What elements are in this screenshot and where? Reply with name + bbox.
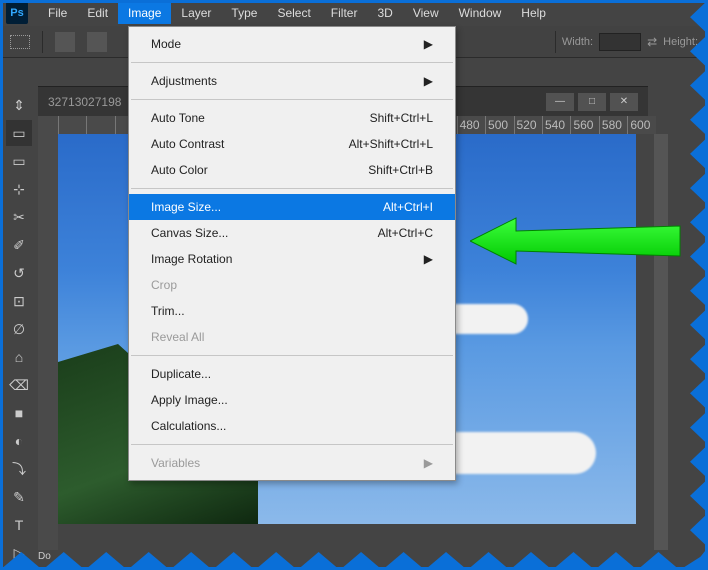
separator — [555, 31, 556, 53]
menu-item-label: Auto Tone — [151, 111, 205, 125]
window-minimize-button[interactable]: — — [546, 93, 574, 111]
menu-layer[interactable]: Layer — [171, 2, 221, 24]
menu-file[interactable]: File — [38, 2, 77, 24]
height-label: Height: — [663, 36, 698, 48]
move-tool-icon[interactable]: ⇕ — [6, 92, 32, 118]
submenu-arrow-icon: ▶ — [424, 456, 433, 470]
menu-item-apply-image[interactable]: Apply Image... — [129, 387, 455, 413]
annotation-arrow-icon — [470, 214, 690, 268]
menu-separator — [131, 444, 453, 445]
menu-item-label: Reveal All — [151, 330, 204, 344]
ps-logo: Ps — [6, 2, 28, 24]
menu-item-label: Canvas Size... — [151, 226, 228, 240]
eraser-tool-icon[interactable]: ⌫ — [6, 372, 32, 398]
menu-item-label: Variables — [151, 456, 200, 470]
menu-item-variables: Variables ▶ — [129, 450, 455, 476]
menu-view[interactable]: View — [403, 2, 449, 24]
menu-item-adjustments[interactable]: Adjustments ▶ — [129, 68, 455, 94]
separator — [42, 31, 43, 53]
image-menu-dropdown: Mode ▶ Adjustments ▶ Auto Tone Shift+Ctr… — [128, 26, 456, 481]
window-maximize-button[interactable]: □ — [578, 93, 606, 111]
healing-tool-icon[interactable]: ↺ — [6, 260, 32, 286]
menu-item-label: Auto Contrast — [151, 137, 224, 151]
type-tool-icon[interactable]: T — [6, 512, 32, 538]
menu-help[interactable]: Help — [511, 2, 556, 24]
eyedropper-tool-icon[interactable]: ✐ — [6, 232, 32, 258]
gradient-tool-icon[interactable]: ■ — [6, 400, 32, 426]
menu-item-canvas-size[interactable]: Canvas Size... Alt+Ctrl+C — [129, 220, 455, 246]
ruler-vertical[interactable] — [38, 116, 58, 550]
menu-item-mode[interactable]: Mode ▶ — [129, 31, 455, 57]
menu-edit[interactable]: Edit — [77, 2, 118, 24]
history-brush-tool-icon[interactable]: ⌂ — [6, 344, 32, 370]
menu-item-label: Trim... — [151, 304, 185, 318]
menu-item-crop: Crop — [129, 272, 455, 298]
menu-image[interactable]: Image — [118, 2, 171, 24]
menu-window[interactable]: Window — [449, 2, 512, 24]
tools-panel: ⇕ ▭ ▭ ⊹ ✂ ✐ ↺ ⊡ ∅ ⌂ ⌫ ■ ◐ ⤵ ✎ T ▷ — [4, 88, 34, 570]
menu-separator — [131, 99, 453, 100]
lasso-tool-icon[interactable]: ▭ — [6, 148, 32, 174]
magic-wand-tool-icon[interactable]: ⊹ — [6, 176, 32, 202]
menu-shortcut: Alt+Ctrl+C — [378, 226, 433, 240]
marquee-preview-icon — [10, 35, 30, 49]
menu-item-calculations[interactable]: Calculations... — [129, 413, 455, 439]
submenu-arrow-icon: ▶ — [424, 252, 433, 266]
document-tab-title: 32713027198 — [48, 95, 121, 109]
menu-3d[interactable]: 3D — [367, 2, 402, 24]
menu-item-label: Crop — [151, 278, 177, 292]
menu-item-auto-tone[interactable]: Auto Tone Shift+Ctrl+L — [129, 105, 455, 131]
menu-shortcut: Shift+Ctrl+L — [370, 111, 433, 125]
menu-separator — [131, 188, 453, 189]
width-input[interactable] — [599, 33, 641, 51]
menu-item-image-size[interactable]: Image Size... Alt+Ctrl+I — [129, 194, 455, 220]
menu-item-label: Calculations... — [151, 419, 226, 433]
dodge-tool-icon[interactable]: ◐ — [6, 428, 32, 454]
brush-tool-icon[interactable]: ⊡ — [6, 288, 32, 314]
menu-item-image-rotation[interactable]: Image Rotation ▶ — [129, 246, 455, 272]
menu-type[interactable]: Type — [221, 2, 267, 24]
submenu-arrow-icon: ▶ — [424, 37, 433, 51]
menubar: Ps File Edit Image Layer Type Select Fil… — [0, 0, 708, 26]
menu-item-duplicate[interactable]: Duplicate... — [129, 361, 455, 387]
menu-select[interactable]: Select — [267, 2, 320, 24]
menu-shortcut: Alt+Ctrl+I — [383, 200, 433, 214]
photoshop-window: Ps File Edit Image Layer Type Select Fil… — [0, 0, 708, 570]
selection-mode-icon[interactable] — [55, 32, 75, 52]
menu-item-label: Auto Color — [151, 163, 208, 177]
menu-separator — [131, 62, 453, 63]
crop-tool-icon[interactable]: ✂ — [6, 204, 32, 230]
pencil-tool-icon[interactable]: ✎ — [6, 484, 32, 510]
menu-item-auto-color[interactable]: Auto Color Shift+Ctrl+B — [129, 157, 455, 183]
selection-mode-icon[interactable] — [87, 32, 107, 52]
menu-item-label: Mode — [151, 37, 181, 51]
menu-item-auto-contrast[interactable]: Auto Contrast Alt+Shift+Ctrl+L — [129, 131, 455, 157]
width-label: Width: — [562, 36, 593, 48]
menu-item-label: Adjustments — [151, 74, 217, 88]
menu-shortcut: Alt+Shift+Ctrl+L — [349, 137, 433, 151]
menu-item-reveal-all: Reveal All — [129, 324, 455, 350]
menu-item-trim[interactable]: Trim... — [129, 298, 455, 324]
menu-filter[interactable]: Filter — [321, 2, 368, 24]
stamp-tool-icon[interactable]: ∅ — [6, 316, 32, 342]
menu-item-label: Image Size... — [151, 200, 221, 214]
submenu-arrow-icon: ▶ — [424, 74, 433, 88]
menu-item-label: Image Rotation — [151, 252, 232, 266]
menu-item-label: Apply Image... — [151, 393, 228, 407]
menu-item-label: Duplicate... — [151, 367, 211, 381]
window-close-button[interactable]: ✕ — [610, 93, 638, 111]
marquee-tool-icon[interactable]: ▭ — [6, 120, 32, 146]
status-bar: Do — [38, 551, 51, 562]
menu-shortcut: Shift+Ctrl+B — [368, 163, 433, 177]
swap-icon[interactable]: ⇄ — [647, 35, 657, 49]
menu-separator — [131, 355, 453, 356]
pen-tool-icon[interactable]: ⤵ — [6, 456, 32, 482]
scrollbar-vertical[interactable] — [654, 134, 668, 550]
